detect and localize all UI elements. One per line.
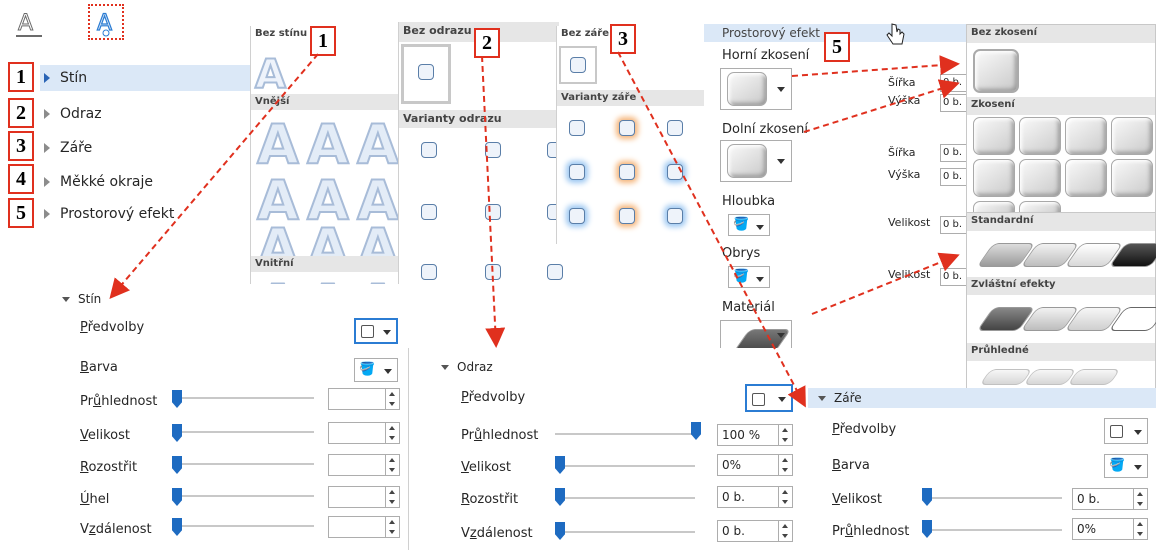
callout-arrows bbox=[109, 51, 960, 408]
